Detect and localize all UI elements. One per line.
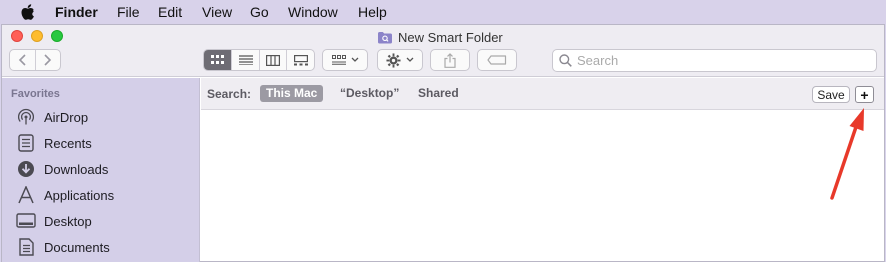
applications-icon — [18, 186, 34, 204]
menu-view[interactable]: View — [202, 4, 232, 20]
window-titlebar: New Smart Folder Search — [2, 25, 884, 77]
chevron-left-icon — [18, 54, 26, 66]
minimize-window-button[interactable] — [31, 30, 43, 42]
download-icon — [18, 161, 34, 177]
annotation-arrow — [830, 108, 864, 200]
zoom-window-button[interactable] — [51, 30, 63, 42]
share-icon — [444, 52, 456, 68]
scope-shared[interactable]: Shared — [412, 85, 465, 102]
list-icon — [238, 55, 253, 65]
search-field[interactable]: Search — [552, 49, 877, 72]
menu-go[interactable]: Go — [250, 4, 269, 20]
sidebar-item-label: Downloads — [44, 161, 109, 177]
group-by-button[interactable] — [322, 49, 368, 71]
save-button[interactable]: Save — [812, 86, 850, 103]
search-placeholder: Search — [577, 53, 619, 68]
tag-icon — [487, 55, 507, 65]
sidebar-item-desktop[interactable]: Desktop — [16, 210, 92, 232]
chevron-down-icon — [351, 57, 358, 62]
sidebar-item-label: Documents — [44, 239, 110, 255]
desktop-icon — [16, 213, 36, 228]
search-scope-bar: Search: This Mac “Desktop” Shared Save + — [201, 78, 884, 110]
share-button[interactable] — [430, 49, 470, 71]
sidebar-item-applications[interactable]: Applications — [16, 184, 114, 206]
search-scope-label: Search: — [207, 87, 252, 101]
group-grid-icon — [331, 55, 346, 65]
icon-view-button[interactable] — [204, 50, 232, 70]
sidebar-item-label: Recents — [44, 135, 92, 151]
menu-edit[interactable]: Edit — [158, 4, 182, 20]
sidebar-item-recents[interactable]: Recents — [16, 132, 92, 154]
sidebar-item-label: Desktop — [44, 213, 92, 229]
sidebar-item-label: Applications — [44, 187, 115, 203]
gear-icon — [386, 52, 401, 68]
menu-bar: Finder File Edit View Go Window Help — [0, 0, 886, 24]
close-window-button[interactable] — [11, 30, 23, 42]
window-title: New Smart Folder — [377, 28, 503, 46]
sidebar-heading-favorites: Favorites — [11, 88, 60, 100]
view-mode-control — [203, 49, 315, 71]
clock-icon — [18, 134, 34, 152]
back-button[interactable] — [10, 50, 35, 70]
forward-button[interactable] — [34, 50, 60, 70]
search-icon — [559, 54, 572, 67]
grid-icon — [210, 55, 224, 64]
menu-file[interactable]: File — [117, 4, 140, 20]
navigation-group — [9, 49, 61, 71]
action-menu-button[interactable] — [377, 49, 423, 71]
smart-folder-icon — [378, 31, 392, 43]
documents-icon — [19, 238, 34, 256]
menu-window[interactable]: Window — [288, 4, 338, 20]
gallery-icon — [293, 54, 308, 65]
tags-button[interactable] — [477, 49, 517, 71]
apple-logo-icon[interactable] — [20, 3, 36, 21]
sidebar: Favorites AirDrop Recents Downloads Appl… — [2, 78, 200, 262]
menu-help[interactable]: Help — [358, 4, 387, 20]
airdrop-icon — [17, 108, 35, 125]
chevron-right-icon — [44, 54, 52, 66]
scope-desktop[interactable]: “Desktop” — [334, 85, 405, 102]
sidebar-item-documents[interactable]: Documents — [16, 236, 110, 258]
column-view-button[interactable] — [258, 50, 287, 70]
add-rule-button[interactable]: + — [855, 86, 874, 103]
gallery-view-button[interactable] — [286, 50, 314, 70]
list-view-button[interactable] — [231, 50, 259, 70]
chevron-down-icon — [406, 57, 414, 62]
window-title-text: New Smart Folder — [398, 29, 503, 45]
sidebar-item-downloads[interactable]: Downloads — [16, 158, 108, 180]
scope-this-mac[interactable]: This Mac — [260, 85, 324, 102]
menu-finder[interactable]: Finder — [55, 4, 98, 20]
finder-window: New Smart Folder Search Favorites AirDro… — [1, 24, 885, 262]
sidebar-item-label: AirDrop — [44, 109, 89, 125]
sidebar-item-airdrop[interactable]: AirDrop — [16, 106, 88, 128]
columns-icon — [266, 54, 281, 66]
